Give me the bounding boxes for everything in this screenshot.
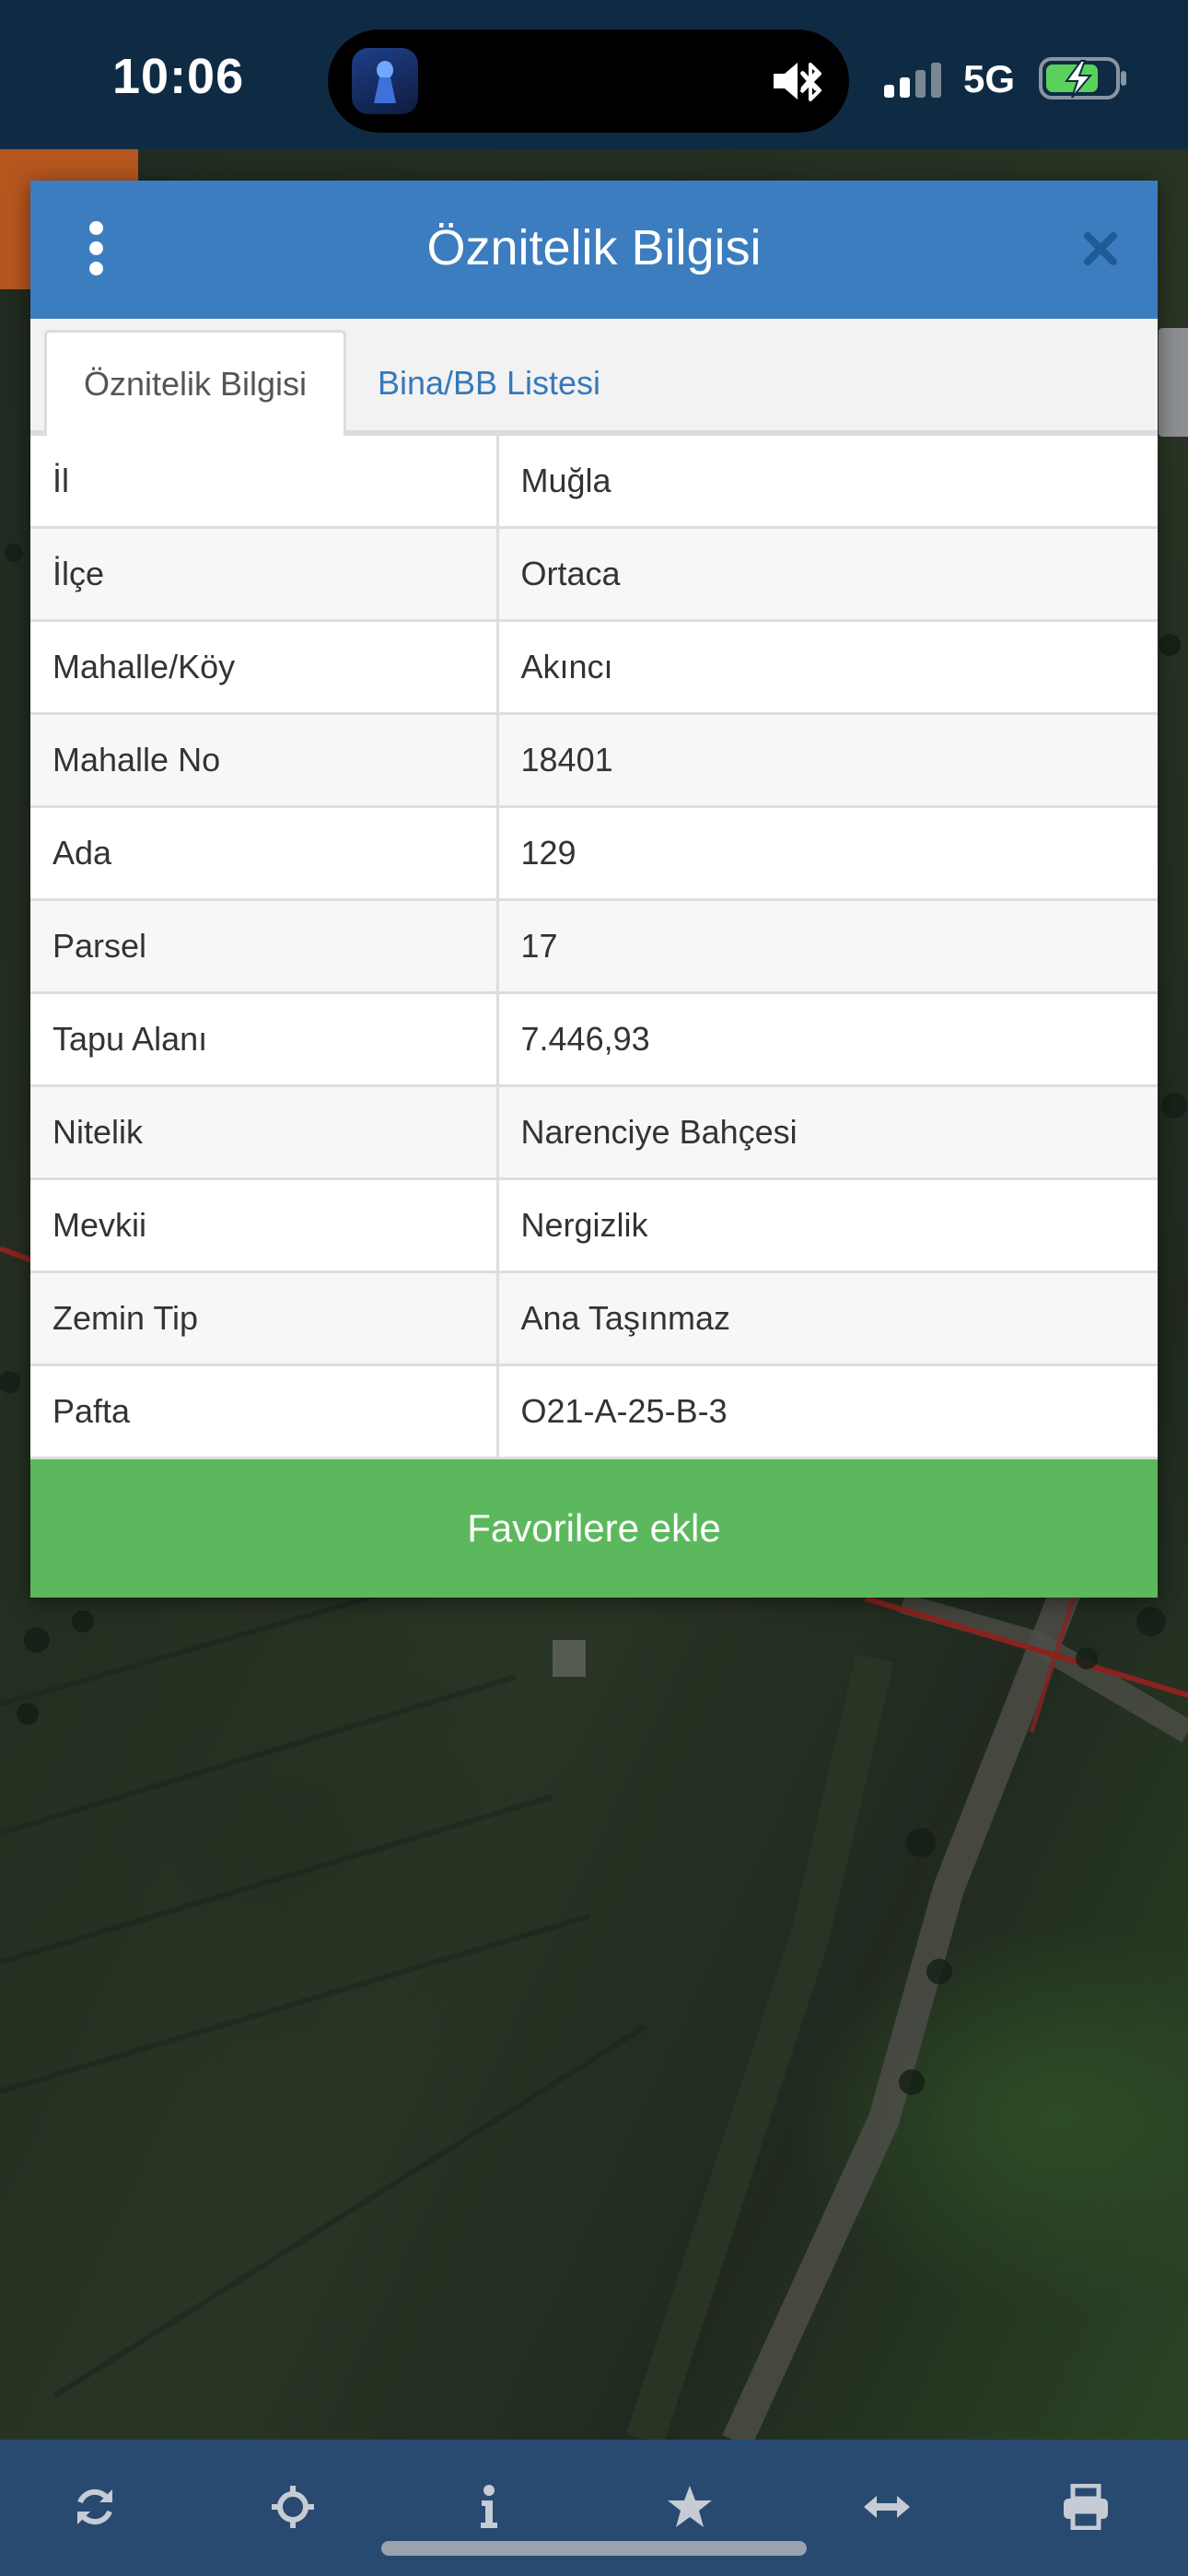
table-row: İlçe Ortaca bbox=[30, 526, 1158, 622]
info-icon[interactable] bbox=[448, 2465, 530, 2548]
row-value: Akıncı bbox=[495, 619, 1158, 715]
print-icon[interactable] bbox=[1044, 2465, 1127, 2548]
row-value: Ortaca bbox=[495, 526, 1158, 622]
tab-attribute-info[interactable]: Öznitelik Bilgisi bbox=[44, 330, 346, 436]
row-key: Ada bbox=[30, 805, 499, 901]
table-row: Nitelik Narenciye Bahçesi bbox=[30, 1084, 1158, 1180]
row-value: 17 bbox=[495, 898, 1158, 994]
status-time: 10:06 bbox=[112, 49, 245, 104]
row-key: Mahalle/Köy bbox=[30, 619, 499, 715]
modal-tabs: Öznitelik Bilgisi Bina/BB Listesi bbox=[30, 319, 1158, 436]
row-key: Mahalle No bbox=[30, 712, 499, 808]
modal-title: Öznitelik Bilgisi bbox=[426, 220, 762, 275]
attribute-table: İl Muğla İlçe Ortaca Mahalle/Köy Akıncı … bbox=[30, 433, 1158, 1459]
row-value: O21-A-25-B-3 bbox=[495, 1364, 1158, 1459]
table-row: Ada 129 bbox=[30, 805, 1158, 901]
table-row: İl Muğla bbox=[30, 433, 1158, 529]
bluetooth-icon bbox=[799, 63, 821, 101]
row-key: Parsel bbox=[30, 898, 499, 994]
measure-icon[interactable] bbox=[845, 2465, 928, 2548]
table-row: Parsel 17 bbox=[30, 898, 1158, 994]
status-bar: 10:06 5G bbox=[0, 0, 1188, 149]
map-side-handle[interactable] bbox=[1159, 328, 1188, 437]
table-row: Mahalle No 18401 bbox=[30, 712, 1158, 808]
table-row: Zemin Tip Ana Taşınmaz bbox=[30, 1270, 1158, 1366]
refresh-icon[interactable] bbox=[53, 2465, 136, 2548]
row-value: Muğla bbox=[495, 433, 1158, 529]
table-row: Mevkii Nergizlik bbox=[30, 1177, 1158, 1273]
table-row: Tapu Alanı 7.446,93 bbox=[30, 991, 1158, 1087]
star-icon[interactable] bbox=[648, 2465, 731, 2548]
row-value: Ana Taşınmaz bbox=[495, 1270, 1158, 1366]
row-key: İlçe bbox=[30, 526, 499, 622]
battery-charging-icon bbox=[1039, 57, 1126, 100]
close-icon[interactable] bbox=[1080, 228, 1121, 269]
network-label: 5G bbox=[963, 57, 1016, 100]
row-key: Zemin Tip bbox=[30, 1270, 499, 1366]
app-icon bbox=[352, 48, 418, 114]
row-value: 7.446,93 bbox=[495, 991, 1158, 1087]
row-value: 129 bbox=[495, 805, 1158, 901]
modal-header: Öznitelik Bilgisi bbox=[30, 181, 1158, 319]
row-key: Tapu Alanı bbox=[30, 991, 499, 1087]
table-row: Mahalle/Köy Akıncı bbox=[30, 619, 1158, 715]
locate-icon[interactable] bbox=[251, 2465, 334, 2548]
row-value: 18401 bbox=[495, 712, 1158, 808]
dynamic-island bbox=[328, 29, 849, 133]
row-key: Nitelik bbox=[30, 1084, 499, 1180]
row-key: Pafta bbox=[30, 1364, 499, 1459]
row-key: Mevkii bbox=[30, 1177, 499, 1273]
tab-building-list[interactable]: Bina/BB Listesi bbox=[346, 330, 632, 436]
signal-icon bbox=[884, 63, 941, 98]
row-key: İl bbox=[30, 433, 499, 529]
row-value: Narenciye Bahçesi bbox=[495, 1084, 1158, 1180]
table-row: Pafta O21-A-25-B-3 bbox=[30, 1364, 1158, 1459]
attribute-modal: Öznitelik Bilgisi Öznitelik Bilgisi Bina… bbox=[30, 181, 1158, 1598]
row-value: Nergizlik bbox=[495, 1177, 1158, 1273]
home-indicator[interactable] bbox=[381, 2541, 807, 2556]
add-to-favorites-button[interactable]: Favorilere ekle bbox=[30, 1459, 1158, 1598]
